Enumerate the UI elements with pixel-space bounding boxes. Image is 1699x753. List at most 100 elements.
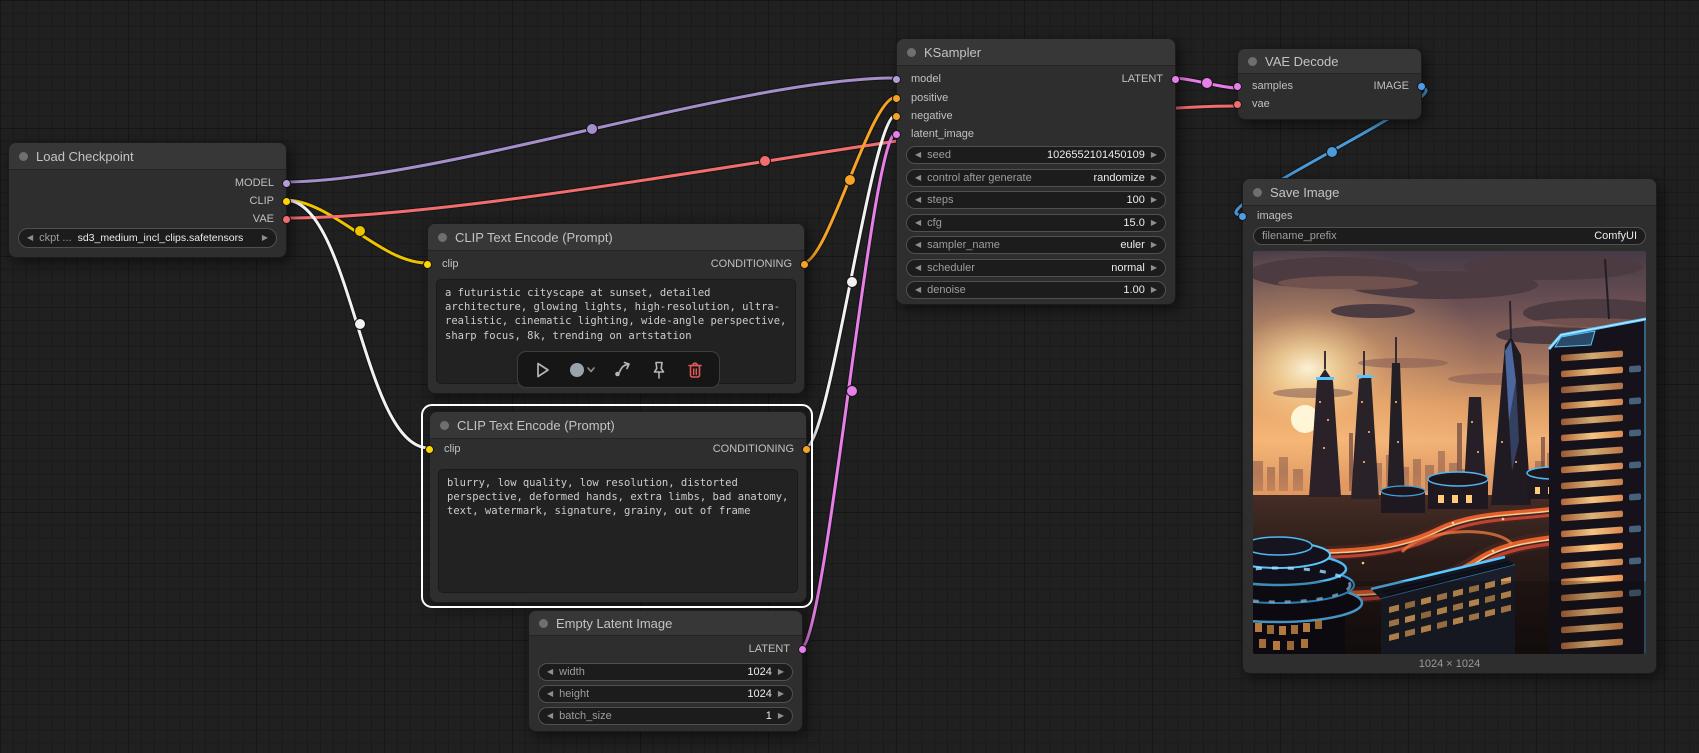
prev-arrow-icon[interactable]: ◀: [915, 191, 921, 209]
node-header[interactable]: CLIP Text Encode (Prompt): [428, 224, 804, 251]
widget-label: ckpt ...: [39, 232, 72, 244]
width-widget[interactable]: ◀ width 1024 ▶: [538, 663, 793, 681]
next-arrow-icon[interactable]: ▶: [1151, 169, 1157, 187]
image-output-port[interactable]: [1417, 82, 1426, 91]
node-header[interactable]: VAE Decode: [1238, 49, 1421, 74]
seed-widget[interactable]: ◀ seed 1026552101450109 ▶: [906, 146, 1166, 164]
delete-node-button[interactable]: [681, 356, 709, 384]
next-arrow-icon[interactable]: ▶: [262, 229, 268, 247]
prev-arrow-icon[interactable]: ◀: [547, 707, 553, 725]
widget-value: 1: [765, 710, 772, 722]
prev-arrow-icon[interactable]: ◀: [915, 281, 921, 299]
vae-output-port[interactable]: [282, 215, 291, 224]
model-input-port[interactable]: [892, 75, 901, 84]
clip-input-port[interactable]: [423, 260, 432, 269]
filename-prefix-widget[interactable]: filename_prefix ComfyUI: [1253, 227, 1646, 245]
node-color-button[interactable]: [564, 356, 600, 384]
widget-label: width: [559, 666, 585, 678]
node-header[interactable]: Load Checkpoint: [9, 143, 286, 170]
images-input-port[interactable]: [1238, 212, 1247, 221]
latent-output-port[interactable]: [1171, 75, 1180, 84]
node-header[interactable]: Empty Latent Image: [529, 611, 802, 636]
next-arrow-icon[interactable]: ▶: [778, 663, 784, 681]
samples-input-port[interactable]: [1233, 82, 1242, 91]
node-load-checkpoint[interactable]: Load Checkpoint MODEL CLIP VAE ◀ ckpt ..…: [8, 142, 291, 258]
link-dot[interactable]: [354, 225, 366, 237]
pin-node-button[interactable]: [645, 356, 673, 384]
link-dot[interactable]: [759, 155, 771, 167]
node-clip-text-encode-negative[interactable]: CLIP Text Encode (Prompt) clip CONDITION…: [425, 411, 811, 603]
node-title: CLIP Text Encode (Prompt): [457, 417, 615, 433]
next-arrow-icon[interactable]: ▶: [1151, 259, 1157, 277]
prev-arrow-icon[interactable]: ◀: [915, 146, 921, 164]
prev-arrow-icon[interactable]: ◀: [547, 685, 553, 703]
prev-arrow-icon[interactable]: ◀: [27, 229, 33, 247]
positive-input-port[interactable]: [892, 94, 901, 103]
vae-input-port[interactable]: [1233, 100, 1242, 109]
widget-label: seed: [927, 149, 952, 161]
widget-label: filename_prefix: [1262, 230, 1337, 242]
sampler-name-widget[interactable]: ◀ sampler_name euler ▶: [906, 236, 1166, 254]
link-dot[interactable]: [354, 318, 366, 330]
node-status-dot: [1248, 56, 1257, 66]
widget-value: 15.0: [1123, 217, 1145, 229]
prompt-textarea[interactable]: blurry, low quality, low resolution, dis…: [438, 469, 798, 593]
link-dot[interactable]: [1326, 146, 1338, 158]
node-title: CLIP Text Encode (Prompt): [455, 229, 613, 245]
ckpt-name-widget[interactable]: ◀ ckpt ... sd3_medium_incl_clips.safeten…: [18, 228, 277, 248]
latent-image-input-port[interactable]: [892, 130, 901, 139]
scheduler-widget[interactable]: ◀ scheduler normal ▶: [906, 259, 1166, 277]
node-header[interactable]: CLIP Text Encode (Prompt): [430, 412, 806, 439]
conditioning-output-port[interactable]: [800, 260, 809, 269]
node-ksampler[interactable]: KSampler model positive negative latent_…: [892, 38, 1180, 305]
node-status-dot: [440, 420, 449, 430]
link-dot[interactable]: [1201, 77, 1213, 89]
widget-label: sampler_name: [927, 239, 1000, 251]
link-dot[interactable]: [844, 174, 856, 186]
control-after-generate-widget[interactable]: ◀ control after generate randomize ▶: [906, 169, 1166, 187]
port-label-latent-image: latent_image: [911, 128, 974, 140]
widget-value: 100: [1126, 194, 1145, 206]
height-widget[interactable]: ◀ height 1024 ▶: [538, 685, 793, 703]
denoise-widget[interactable]: ◀ denoise 1.00 ▶: [906, 281, 1166, 299]
prev-arrow-icon[interactable]: ◀: [547, 663, 553, 681]
node-header[interactable]: KSampler: [897, 39, 1175, 66]
next-arrow-icon[interactable]: ▶: [1151, 281, 1157, 299]
prev-arrow-icon[interactable]: ◀: [915, 214, 921, 232]
link-dot[interactable]: [846, 385, 858, 397]
batch-size-widget[interactable]: ◀ batch_size 1 ▶: [538, 707, 793, 725]
port-label-positive: positive: [911, 92, 949, 104]
model-output-port[interactable]: [282, 179, 291, 188]
negative-input-port[interactable]: [892, 112, 901, 121]
run-node-button[interactable]: [528, 356, 556, 384]
next-arrow-icon[interactable]: ▶: [1151, 236, 1157, 254]
link-dot[interactable]: [586, 123, 598, 135]
node-header[interactable]: Save Image: [1243, 179, 1656, 206]
image-resolution-label: 1024 × 1024: [1418, 658, 1481, 670]
next-arrow-icon[interactable]: ▶: [1151, 191, 1157, 209]
next-arrow-icon[interactable]: ▶: [778, 707, 784, 725]
next-arrow-icon[interactable]: ▶: [778, 685, 784, 703]
prev-arrow-icon[interactable]: ◀: [915, 236, 921, 254]
latent-output-port[interactable]: [798, 645, 807, 654]
port-label-clip: clip: [442, 258, 459, 270]
conditioning-output-port[interactable]: [802, 445, 811, 454]
play-icon: [537, 362, 549, 377]
node-empty-latent-image[interactable]: Empty Latent Image LATENT ◀ width 1024 ▶…: [528, 610, 807, 732]
node-graph-canvas[interactable]: Load Checkpoint MODEL CLIP VAE ◀ ckpt ..…: [0, 0, 1699, 753]
prev-arrow-icon[interactable]: ◀: [915, 259, 921, 277]
node-save-image[interactable]: Save Image images filename_prefix ComfyU…: [1238, 178, 1657, 674]
bypass-node-button[interactable]: [608, 356, 636, 384]
node-title: Empty Latent Image: [556, 615, 673, 631]
prev-arrow-icon[interactable]: ◀: [915, 169, 921, 187]
next-arrow-icon[interactable]: ▶: [1151, 214, 1157, 232]
node-vae-decode[interactable]: VAE Decode samples vae IMAGE: [1233, 48, 1426, 120]
clip-input-port[interactable]: [425, 445, 434, 454]
widget-value: 1024: [747, 688, 772, 700]
link-dot[interactable]: [846, 276, 858, 288]
steps-widget[interactable]: ◀ steps 100 ▶: [906, 191, 1166, 209]
next-arrow-icon[interactable]: ▶: [1151, 146, 1157, 164]
cfg-widget[interactable]: ◀ cfg 15.0 ▶: [906, 214, 1166, 232]
bypass-icon: [615, 361, 631, 376]
clip-output-port[interactable]: [282, 197, 291, 206]
